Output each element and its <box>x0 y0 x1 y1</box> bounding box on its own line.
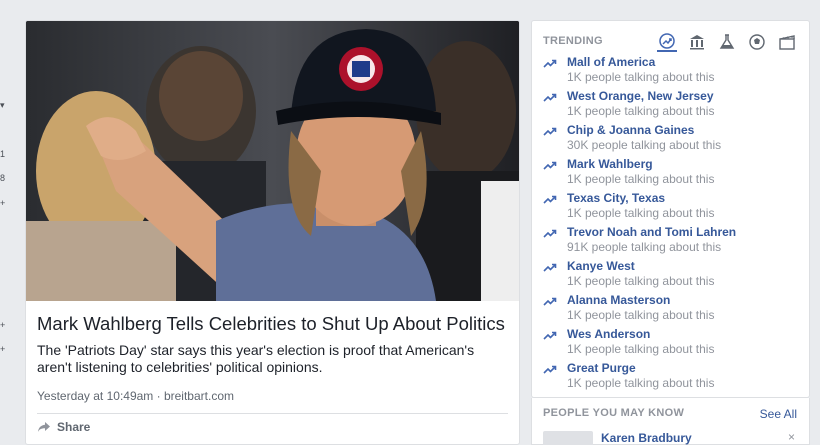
close-icon[interactable]: × <box>788 430 795 444</box>
trending-topic-name[interactable]: Great Purge <box>567 361 803 376</box>
trending-topic-name[interactable]: Mall of America <box>567 55 803 70</box>
trending-item[interactable]: Trevor Noah and Tomi Lahren 91K people t… <box>543 225 803 259</box>
science-icon[interactable] <box>717 32 737 52</box>
post-summary: The 'Patriots Day' star says this year's… <box>37 342 475 375</box>
trending-topic-count: 1K people talking about this <box>567 274 715 288</box>
trending-list: Mall of America 1K people talking about … <box>543 55 803 395</box>
trending-topic-count: 91K people talking about this <box>567 240 722 254</box>
trend-arrow-icon <box>543 93 557 102</box>
trend-arrow-icon <box>543 229 557 238</box>
trend-arrow-icon <box>543 127 557 136</box>
pymk-person-name[interactable]: Karen Bradbury <box>601 431 692 445</box>
trending-panel: TRENDING Mall of America 1K people talki… <box>531 20 810 398</box>
trend-arrow-icon <box>543 59 557 68</box>
trending-topic-count: 1K people talking about this <box>567 172 715 186</box>
trend-arrow-icon <box>543 195 557 204</box>
left-nav-count[interactable]: 1 <box>0 149 5 159</box>
left-nav-add[interactable]: + <box>0 320 5 330</box>
trending-topic-name[interactable]: Mark Wahlberg <box>567 157 803 172</box>
news-feed-post: Mark Wahlberg Tells Celebrities to Shut … <box>25 20 520 445</box>
trend-arrow-icon <box>543 161 557 170</box>
post-body: Mark Wahlberg Tells Celebrities to Shut … <box>37 313 507 403</box>
trending-topic-count: 1K people talking about this <box>567 206 715 220</box>
politics-icon[interactable] <box>687 32 707 52</box>
trend-arrow-icon <box>543 331 557 340</box>
trending-topic-name[interactable]: Wes Anderson <box>567 327 803 342</box>
people-you-may-know-panel: PEOPLE YOU MAY KNOW See All Karen Bradbu… <box>531 398 810 445</box>
trending-item[interactable]: Mall of America 1K people talking about … <box>543 55 803 89</box>
post-divider <box>37 413 508 414</box>
chevron-down-icon[interactable]: ▾ <box>0 100 5 111</box>
trending-category-tabs <box>657 32 797 52</box>
trending-icon[interactable] <box>657 32 677 52</box>
post-headline[interactable]: Mark Wahlberg Tells Celebrities to Shut … <box>37 313 507 335</box>
trending-topic-name[interactable]: Alanna Masterson <box>567 293 803 308</box>
trending-topic-count: 1K people talking about this <box>567 70 715 84</box>
pymk-title: PEOPLE YOU MAY KNOW <box>543 407 685 419</box>
trending-topic-count: 1K people talking about this <box>567 376 715 390</box>
trending-topic-count: 1K people talking about this <box>567 104 715 118</box>
trending-topic-name[interactable]: Kanye West <box>567 259 803 274</box>
post-image[interactable] <box>26 21 519 301</box>
trending-item[interactable]: Texas City, Texas 1K people talking abou… <box>543 191 803 225</box>
left-nav-count[interactable]: 8 <box>0 173 5 183</box>
sports-icon[interactable] <box>747 32 767 52</box>
trend-arrow-icon <box>543 263 557 272</box>
left-nav-add[interactable]: + <box>0 198 5 208</box>
entertainment-icon[interactable] <box>777 32 797 52</box>
trending-topic-name[interactable]: Texas City, Texas <box>567 191 803 206</box>
share-icon <box>38 422 50 432</box>
trending-item[interactable]: Mark Wahlberg 1K people talking about th… <box>543 157 803 191</box>
trend-arrow-icon <box>543 365 557 374</box>
left-nav-add[interactable]: + <box>0 344 5 354</box>
trending-item[interactable]: West Orange, New Jersey 1K people talkin… <box>543 89 803 123</box>
trending-topic-count: 1K people talking about this <box>567 342 715 356</box>
trending-topic-count: 1K people talking about this <box>567 308 715 322</box>
trending-topic-name[interactable]: West Orange, New Jersey <box>567 89 803 104</box>
trending-item[interactable]: Chip & Joanna Gaines 30K people talking … <box>543 123 803 157</box>
share-label: Share <box>57 420 91 434</box>
post-meta[interactable]: Yesterday at 10:49am · breitbart.com <box>37 389 507 403</box>
trending-item[interactable]: Great Purge 1K people talking about this <box>543 361 803 395</box>
trending-topic-name[interactable]: Chip & Joanna Gaines <box>567 123 803 138</box>
see-all-link[interactable]: See All <box>760 407 797 421</box>
share-button[interactable]: Share <box>37 420 90 434</box>
trend-arrow-icon <box>543 297 557 306</box>
trending-topic-name[interactable]: Trevor Noah and Tomi Lahren <box>567 225 803 240</box>
left-nav-strip: ▾ 1 8 + + + <box>0 0 20 445</box>
trending-title: TRENDING <box>543 35 603 47</box>
avatar[interactable] <box>543 431 593 445</box>
post-photo-illustration <box>26 21 519 301</box>
trending-item[interactable]: Kanye West 1K people talking about this <box>543 259 803 293</box>
trending-item[interactable]: Alanna Masterson 1K people talking about… <box>543 293 803 327</box>
trending-item[interactable]: Wes Anderson 1K people talking about thi… <box>543 327 803 361</box>
trending-topic-count: 30K people talking about this <box>567 138 722 152</box>
